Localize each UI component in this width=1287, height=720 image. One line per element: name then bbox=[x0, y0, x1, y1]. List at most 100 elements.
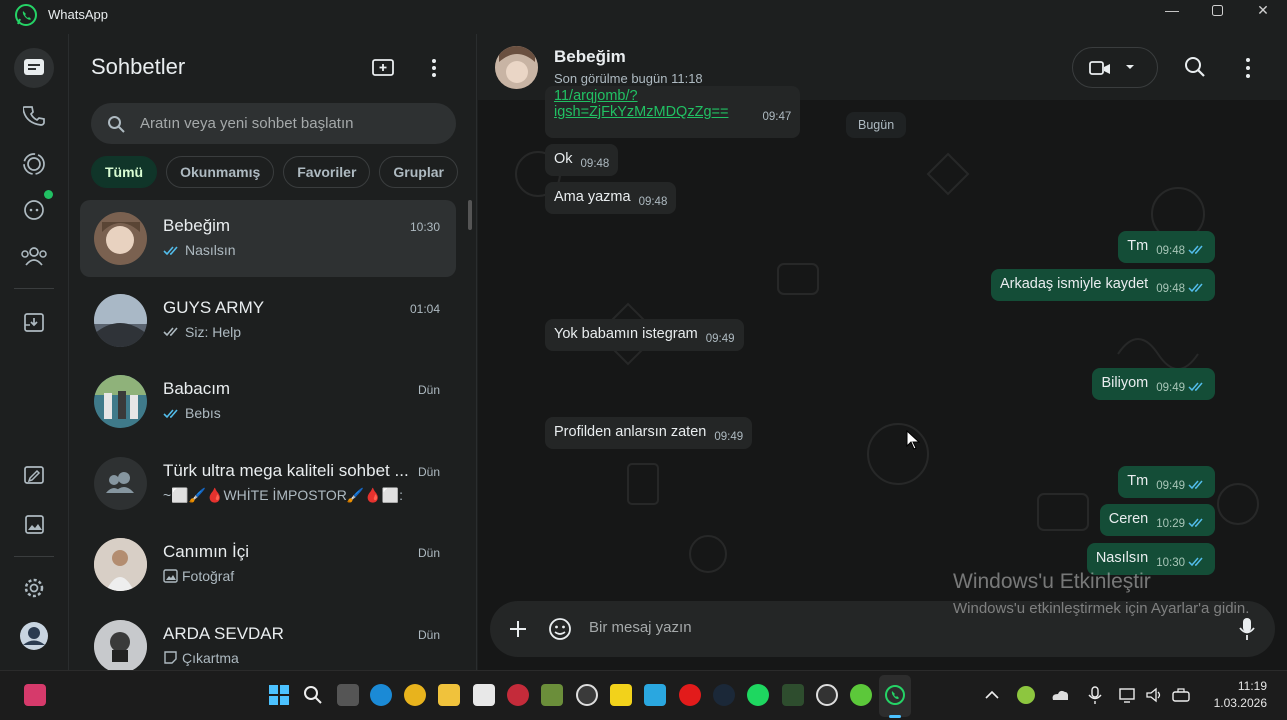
system-clock[interactable]: 11:19 1.03.2026 bbox=[1214, 678, 1267, 712]
app-icon[interactable] bbox=[507, 684, 529, 706]
rail-media-button[interactable] bbox=[14, 504, 54, 544]
message-outgoing[interactable]: Tm 09:48 bbox=[1118, 231, 1215, 263]
title-bar: WhatsApp — ✕ bbox=[0, 0, 1287, 34]
whatsapp-icon[interactable] bbox=[884, 684, 906, 706]
chat-list-item[interactable]: Canımın İçi Dün Fotoğraf bbox=[80, 526, 456, 603]
search-icon[interactable] bbox=[1184, 56, 1206, 78]
chat-list-item[interactable]: Babacım Dün Bebıs bbox=[80, 363, 456, 440]
video-camera-icon bbox=[1089, 61, 1110, 75]
minecraft-icon[interactable] bbox=[541, 684, 563, 706]
rail-chats-button[interactable] bbox=[14, 48, 54, 88]
filter-favorites[interactable]: Favoriler bbox=[283, 156, 371, 188]
chat-list-item[interactable]: GUYS ARMY 01:04 Siz: Help bbox=[80, 282, 456, 359]
store-icon[interactable] bbox=[473, 684, 495, 706]
close-button[interactable]: ✕ bbox=[1240, 0, 1286, 20]
chevron-up-icon[interactable] bbox=[983, 686, 1001, 704]
message-scrollbar[interactable] bbox=[1282, 124, 1286, 604]
channels-badge bbox=[44, 190, 53, 199]
message-link[interactable]: igsh=ZjFkYzMzMDQzZg== bbox=[554, 104, 728, 120]
edge-icon[interactable] bbox=[370, 684, 392, 706]
emoji-sticker-icon[interactable] bbox=[548, 617, 572, 641]
search-icon[interactable] bbox=[302, 684, 324, 706]
task-view-icon[interactable] bbox=[337, 684, 359, 706]
chat-time: 10:30 bbox=[409, 220, 440, 234]
microphone-icon[interactable] bbox=[1086, 686, 1104, 704]
avatar bbox=[94, 293, 147, 347]
message-incoming[interactable]: Ok 09:48 bbox=[545, 144, 619, 176]
message-input[interactable]: Bir mesaj yazın bbox=[589, 619, 692, 636]
message-time: 09:49 bbox=[1156, 382, 1185, 394]
app-icon[interactable] bbox=[610, 684, 632, 706]
message-text: Ceren bbox=[1108, 511, 1149, 527]
filter-groups[interactable]: Gruplar bbox=[379, 156, 458, 188]
menu-dots-icon[interactable] bbox=[422, 56, 446, 80]
group-avatar-icon bbox=[94, 456, 147, 510]
chat-list-item[interactable]: Bebeğim 10:30 Nasılsın bbox=[80, 200, 456, 277]
steam-icon[interactable] bbox=[713, 684, 735, 706]
chat-list-item[interactable]: ARDA SEVDAR Dün Çıkartma bbox=[80, 608, 456, 670]
chat-list-scrollbar[interactable] bbox=[468, 200, 472, 230]
maximize-button[interactable] bbox=[1194, 0, 1240, 20]
contact-avatar[interactable] bbox=[495, 46, 538, 89]
chat-preview-text: ~⬜🖌️🩸WHİTE İMPOSTOR🖌️🩸⬜: bbox=[163, 486, 404, 503]
message-incoming[interactable]: Yok babamın istegram 09:49 bbox=[545, 319, 744, 351]
rail-calls-button[interactable] bbox=[14, 96, 54, 136]
network-icon[interactable] bbox=[1118, 686, 1136, 704]
message-list: 11/arqjomb/? igsh=ZjFkYzMzMDQzZg== 09:47 … bbox=[478, 86, 1287, 600]
new-chat-icon[interactable] bbox=[371, 56, 395, 80]
status-icon bbox=[23, 153, 45, 175]
start-icon[interactable] bbox=[268, 684, 290, 706]
message-incoming[interactable]: 11/arqjomb/? igsh=ZjFkYzMzMDQzZg== 09:47 bbox=[545, 86, 801, 138]
app-icon[interactable] bbox=[850, 684, 872, 706]
message-incoming[interactable]: Ama yazma 09:48 bbox=[545, 182, 677, 214]
double-check-icon bbox=[163, 245, 178, 255]
chat-list-item[interactable]: Türk ultra mega kaliteli sohbet ... Dün … bbox=[80, 445, 456, 522]
microphone-icon[interactable] bbox=[1238, 617, 1256, 641]
rail-profile-button[interactable] bbox=[14, 616, 54, 656]
rail-communities-button[interactable] bbox=[14, 236, 54, 276]
rail-starred-button[interactable] bbox=[14, 456, 54, 496]
chrome-icon[interactable] bbox=[404, 684, 426, 706]
message-time: 09:48 bbox=[1156, 283, 1185, 295]
filter-chips: Tümü Okunmamış Favoriler Gruplar bbox=[91, 156, 458, 188]
app-icon[interactable] bbox=[816, 684, 838, 706]
spotify-icon[interactable] bbox=[747, 684, 769, 706]
rail-settings-button[interactable] bbox=[14, 568, 54, 608]
contact-name[interactable]: Bebeğim bbox=[554, 47, 626, 67]
message-incoming[interactable]: Profilden anlarsın zaten 09:49 bbox=[545, 417, 753, 449]
widgets-icon[interactable] bbox=[24, 684, 46, 706]
plus-icon[interactable] bbox=[508, 619, 528, 639]
video-call-button[interactable] bbox=[1072, 47, 1158, 88]
filter-unread[interactable]: Okunmamış bbox=[166, 156, 275, 188]
minimize-button[interactable]: — bbox=[1149, 0, 1195, 20]
app-icon[interactable] bbox=[644, 684, 666, 706]
file-explorer-icon[interactable] bbox=[438, 684, 460, 706]
message-outgoing[interactable]: Tm 09:49 bbox=[1118, 466, 1215, 498]
rail-archived-button[interactable] bbox=[14, 302, 54, 342]
onedrive-icon[interactable] bbox=[1050, 686, 1068, 704]
message-text: Tm bbox=[1127, 473, 1149, 489]
filter-all[interactable]: Tümü bbox=[91, 156, 158, 188]
chat-time: Dün bbox=[417, 546, 440, 560]
menu-dots-icon[interactable] bbox=[1236, 56, 1260, 80]
app-icon[interactable] bbox=[782, 684, 804, 706]
message-outgoing[interactable]: Arkadaş ismiyle kaydet 09:48 bbox=[990, 269, 1215, 301]
double-check-icon bbox=[163, 327, 178, 337]
opera-icon[interactable] bbox=[679, 684, 701, 706]
message-outgoing[interactable]: Ceren 10:29 bbox=[1099, 504, 1215, 536]
chat-time: Dün bbox=[417, 383, 440, 397]
volume-icon[interactable] bbox=[1145, 686, 1163, 704]
chat-last-message: Fotoğraf bbox=[163, 568, 443, 584]
battery-icon[interactable] bbox=[1172, 686, 1190, 704]
app-icon[interactable] bbox=[576, 684, 598, 706]
whatsapp-logo-icon bbox=[15, 4, 37, 26]
message-outgoing[interactable]: Biliyom 09:49 bbox=[1092, 368, 1215, 400]
search-input[interactable]: Aratın veya yeni sohbet başlatın bbox=[91, 103, 456, 144]
chat-last-message: Çıkartma bbox=[163, 650, 443, 666]
avatar bbox=[94, 375, 147, 428]
avatar bbox=[94, 212, 147, 265]
tray-app-icon[interactable] bbox=[1017, 686, 1035, 704]
rail-divider bbox=[14, 288, 54, 289]
rail-status-button[interactable] bbox=[14, 144, 54, 184]
message-link-partial[interactable]: 11/arqjomb/? bbox=[554, 88, 791, 104]
